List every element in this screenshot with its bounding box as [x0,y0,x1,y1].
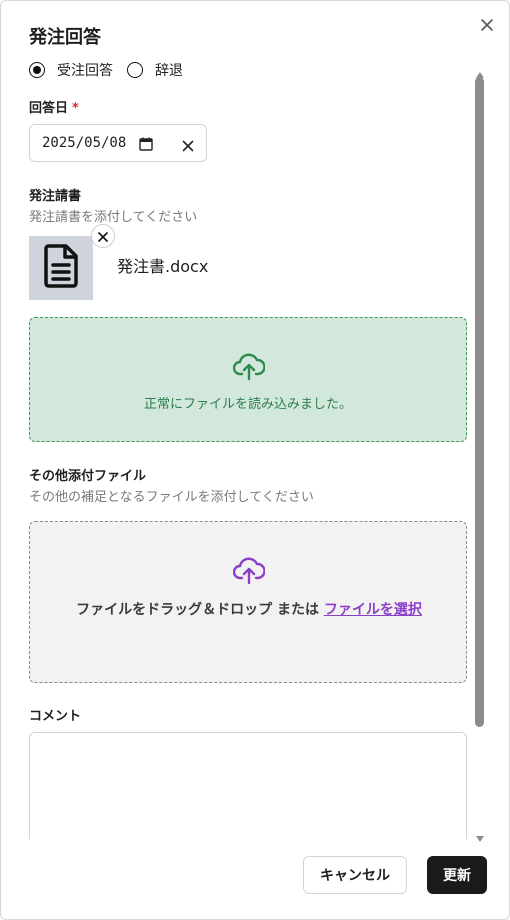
cloud-upload-icon [232,555,266,589]
other-files-help: その他の補足となるファイルを添付してください [29,490,314,505]
dialog-title: 発注回答 [29,27,101,48]
upload-success-message: 正常にファイルを読み込みました。 [143,397,352,412]
order-sheet-help: 発注請書を添付してください [29,210,198,225]
other-files-label: その他添付ファイル [29,469,147,484]
radio-decline-label[interactable]: 辞退 [155,60,183,80]
dialog-body[interactable]: 受注回答 辞退 回答日 * 2025/05/08 発注請書 発注請書を添付してくだ… [1,57,473,839]
file-thumbnail [29,236,93,300]
comment-textarea[interactable] [29,732,467,839]
radio-decline[interactable] [127,62,143,78]
cloud-upload-icon [232,351,266,385]
update-button[interactable]: 更新 [427,856,487,894]
other-files-dropzone[interactable]: ファイルをドラッグ＆ドロップ または ファイルを選択 [29,521,467,683]
close-icon [98,227,108,246]
document-icon [41,243,81,293]
required-mark: * [72,101,79,116]
calendar-icon[interactable] [138,136,154,156]
comment-label: コメント [29,709,82,724]
order-response-dialog: 発注回答 受注回答 辞退 回答日 * 2025/05/08 発注請書 発注請書を添… [0,0,510,920]
radio-accept-label[interactable]: 受注回答 [57,60,113,80]
select-file-link[interactable]: ファイルを選択 [324,602,422,618]
dropzone-instructions: ファイルをドラッグ＆ドロップ または ファイルを選択 [66,598,432,622]
file-name: 発注書.docx [117,257,209,276]
answer-date-field[interactable]: 2025/05/08 [29,124,207,162]
remove-file-button[interactable] [91,224,115,248]
response-radio-group: 受注回答 辞退 [29,60,191,80]
scrollbar-thumb[interactable] [475,77,484,727]
radio-accept[interactable] [29,62,45,78]
dialog-footer: キャンセル 更新 [1,839,509,919]
answer-date-label: 回答日 * [29,97,79,116]
order-sheet-label: 発注請書 [29,189,82,204]
answer-date-label-text: 回答日 [29,101,69,116]
clear-date-icon[interactable] [182,137,194,156]
drag-drop-text: ファイルをドラッグ＆ドロップ または [76,602,324,618]
cancel-button[interactable]: キャンセル [303,856,407,894]
close-icon[interactable] [477,15,497,35]
order-sheet-dropzone[interactable]: 正常にファイルを読み込みました。 [29,317,467,442]
answer-date-value[interactable]: 2025/05/08 [42,135,126,151]
